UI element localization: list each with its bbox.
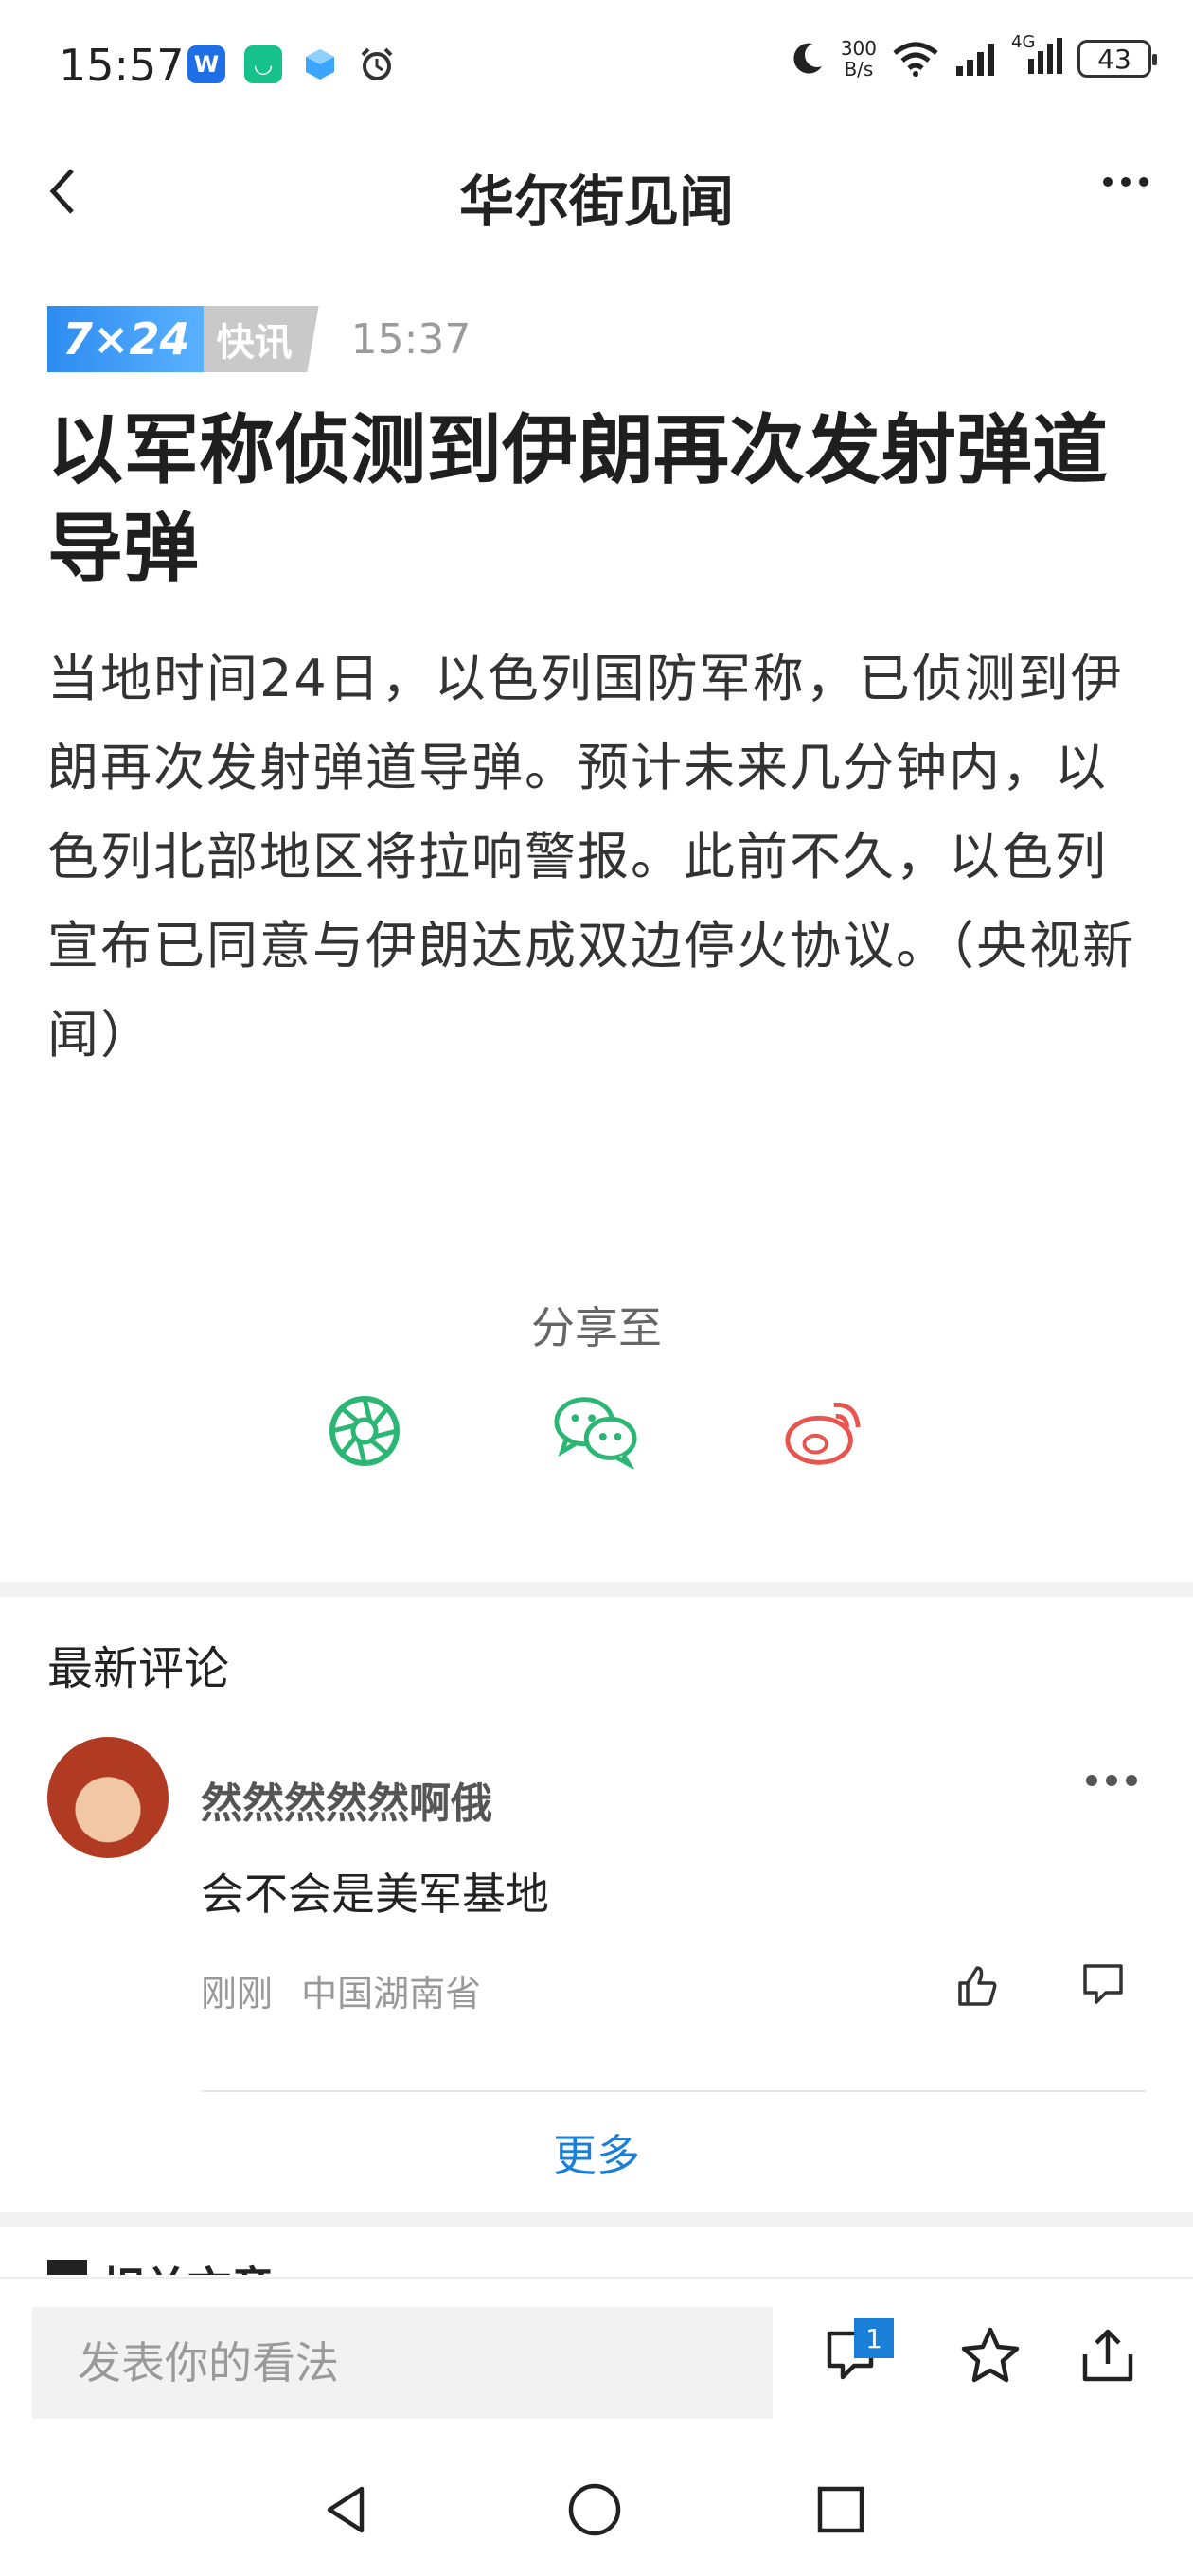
alarm-icon xyxy=(358,45,396,83)
network-label: 4G xyxy=(1011,32,1036,52)
system-nav-bar xyxy=(0,2434,1193,2576)
article-body: 当地时间24日，以色列国防军称，已侦测到伊朗再次发射弹道导弹。预计未来几分钟内，… xyxy=(47,649,1135,1064)
status-app-icons: W ◡ xyxy=(187,45,396,83)
triangle-back-icon xyxy=(327,2486,365,2533)
article-time: 15:37 xyxy=(350,314,472,364)
w-app-icon: W xyxy=(187,45,225,83)
more-comments-link[interactable]: 更多 xyxy=(0,2121,1193,2184)
battery-level: 43 xyxy=(1097,43,1131,75)
favorite-button[interactable] xyxy=(960,2326,1021,2388)
status-right: 300 B/s 4G 43 xyxy=(788,32,1157,80)
circle-home-icon xyxy=(568,2483,621,2536)
net-speed: 300 B/s xyxy=(841,38,877,80)
nav-back-button[interactable] xyxy=(318,2481,375,2538)
comment-meta: 刚刚 中国湖南省 xyxy=(201,1964,481,2016)
latest-comments-title: 最新评论 xyxy=(47,1642,230,1695)
moon-icon xyxy=(793,43,822,74)
comment-like-button[interactable] xyxy=(954,1964,1000,2013)
related-articles-icon xyxy=(47,2260,87,2275)
share-row xyxy=(0,1388,1193,1474)
battery-icon: 43 xyxy=(1077,40,1157,78)
section-divider xyxy=(0,1582,1193,1597)
moments-icon xyxy=(329,1396,400,1466)
app-title: 华尔街见闻 xyxy=(458,170,734,234)
article-tag-row: 7×24 快讯 15:37 xyxy=(47,305,471,373)
blue-cube-icon xyxy=(301,45,339,83)
comment-input[interactable] xyxy=(32,2307,773,2419)
weibo-icon xyxy=(785,1403,861,1465)
green-app-icon: ◡ xyxy=(244,45,282,83)
signal-icon xyxy=(956,44,994,76)
tag-flash: 快讯 xyxy=(203,306,319,372)
comment-more-button[interactable] xyxy=(1085,1773,1138,1791)
wechat-icon xyxy=(554,1397,637,1469)
comment-bubble-icon xyxy=(1083,1964,1123,2004)
comment-count-badge: 1 xyxy=(854,2318,894,2358)
nav-recents-button[interactable] xyxy=(812,2481,869,2538)
square-recents-icon xyxy=(817,2486,864,2533)
bottom-comment-bar: 1 xyxy=(0,2277,1193,2436)
share-wechat-button[interactable] xyxy=(553,1388,638,1474)
status-time: 15:57 xyxy=(59,40,185,91)
comment-location: 中国湖南省 xyxy=(301,1973,482,2014)
more-dots-icon xyxy=(1103,177,1148,187)
comment-time: 刚刚 xyxy=(201,1973,274,2014)
section-divider xyxy=(0,2212,1193,2227)
comment-reply-button[interactable] xyxy=(1081,1962,1125,2010)
share-label: 分享至 xyxy=(531,1302,662,1353)
share-weibo-button[interactable] xyxy=(782,1388,867,1474)
article-headline: 以军称侦测到伊朗再次发射弹道导弹 xyxy=(47,406,1108,593)
related-articles-header: 相关文章 xyxy=(47,2254,275,2275)
tag-7x24: 7×24 xyxy=(47,306,204,372)
comment-separator xyxy=(201,2090,1146,2092)
comment-text: 会不会是美军基地 xyxy=(201,1869,549,1920)
comment-username[interactable]: 然然然然然啊俄 xyxy=(201,1769,492,1830)
nav-home-button[interactable] xyxy=(566,2481,623,2538)
more-dots-icon xyxy=(1086,1775,1137,1786)
thumbs-up-icon xyxy=(958,1966,997,2006)
status-bar: 15:57 W ◡ 300 B/s 4G 43 xyxy=(0,0,1193,133)
share-icon xyxy=(1082,2329,1133,2382)
wifi-icon xyxy=(893,42,938,77)
cellular-4g: 4G xyxy=(1011,32,1062,80)
net-speed-unit: B/s xyxy=(844,58,874,80)
star-icon xyxy=(961,2327,1020,2383)
top-nav: 华尔街见闻 xyxy=(0,133,1193,246)
net-speed-value: 300 xyxy=(840,37,877,60)
comments-button[interactable]: 1 xyxy=(826,2318,894,2387)
share-button[interactable] xyxy=(1079,2326,1136,2388)
more-options-button[interactable] xyxy=(1102,174,1149,192)
share-moments-button[interactable] xyxy=(322,1388,407,1474)
avatar[interactable] xyxy=(47,1737,169,1858)
related-articles-title: 相关文章 xyxy=(100,2254,275,2275)
